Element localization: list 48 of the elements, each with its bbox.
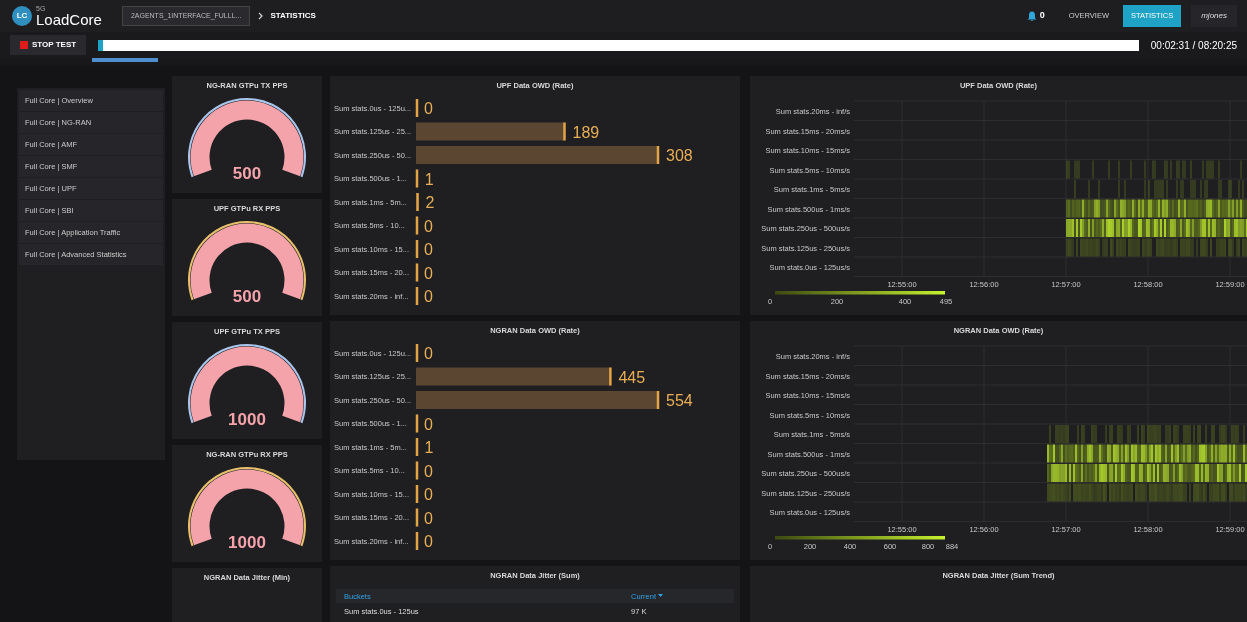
caret-icon <box>658 594 663 599</box>
bell-icon <box>1026 10 1037 22</box>
bar <box>414 437 419 458</box>
logo-text: LoadCore <box>36 12 102 27</box>
value-label: 0 <box>424 415 433 433</box>
stop-icon <box>20 41 28 49</box>
bar <box>414 215 419 236</box>
value-label: 0 <box>424 241 433 259</box>
bar <box>414 413 419 434</box>
value-label: 2 <box>425 194 435 212</box>
elapsed-time: 00:02:31 / 08:20:25 <box>1150 38 1237 53</box>
value-label: 554 <box>666 392 693 410</box>
value-label: 308 <box>666 147 693 165</box>
bar <box>414 507 419 528</box>
bar <box>414 262 419 283</box>
bar <box>414 286 419 307</box>
value-label: 0 <box>424 288 433 306</box>
value-label: 189 <box>572 123 600 141</box>
notification-count: 0 <box>1039 9 1045 23</box>
bar <box>414 531 419 552</box>
value-label: 0 <box>424 264 433 282</box>
value-label: 0 <box>424 509 433 527</box>
stop-test-button[interactable]: STOP TEST <box>10 35 87 55</box>
value-label: 445 <box>618 368 646 386</box>
gauge-value: 500 <box>232 164 262 184</box>
chevron-icon <box>258 12 265 20</box>
bar <box>414 343 419 364</box>
bar <box>414 484 419 505</box>
value-label: 1 <box>424 439 434 457</box>
user-name[interactable]: mjones <box>1191 5 1237 27</box>
value-label: 0 <box>424 345 433 363</box>
bar <box>414 192 419 213</box>
bar <box>414 460 419 481</box>
gauge-value: 500 <box>232 287 262 307</box>
logo-badge: LC <box>12 6 32 26</box>
value-label: 0 <box>424 462 433 480</box>
bar <box>414 168 419 189</box>
value-label: 0 <box>424 533 433 551</box>
timeline-handle[interactable] <box>92 58 158 62</box>
gauge-value: 1000 <box>228 410 266 430</box>
bar <box>414 98 419 119</box>
bar <box>414 239 419 260</box>
value-label: 0 <box>424 100 433 118</box>
value-label: 0 <box>424 486 433 504</box>
gauge-value: 1000 <box>228 533 266 553</box>
value-label: 1 <box>424 170 434 188</box>
value-label: 0 <box>424 217 433 235</box>
breadcrumb-item[interactable]: STATISTICS <box>270 10 316 22</box>
